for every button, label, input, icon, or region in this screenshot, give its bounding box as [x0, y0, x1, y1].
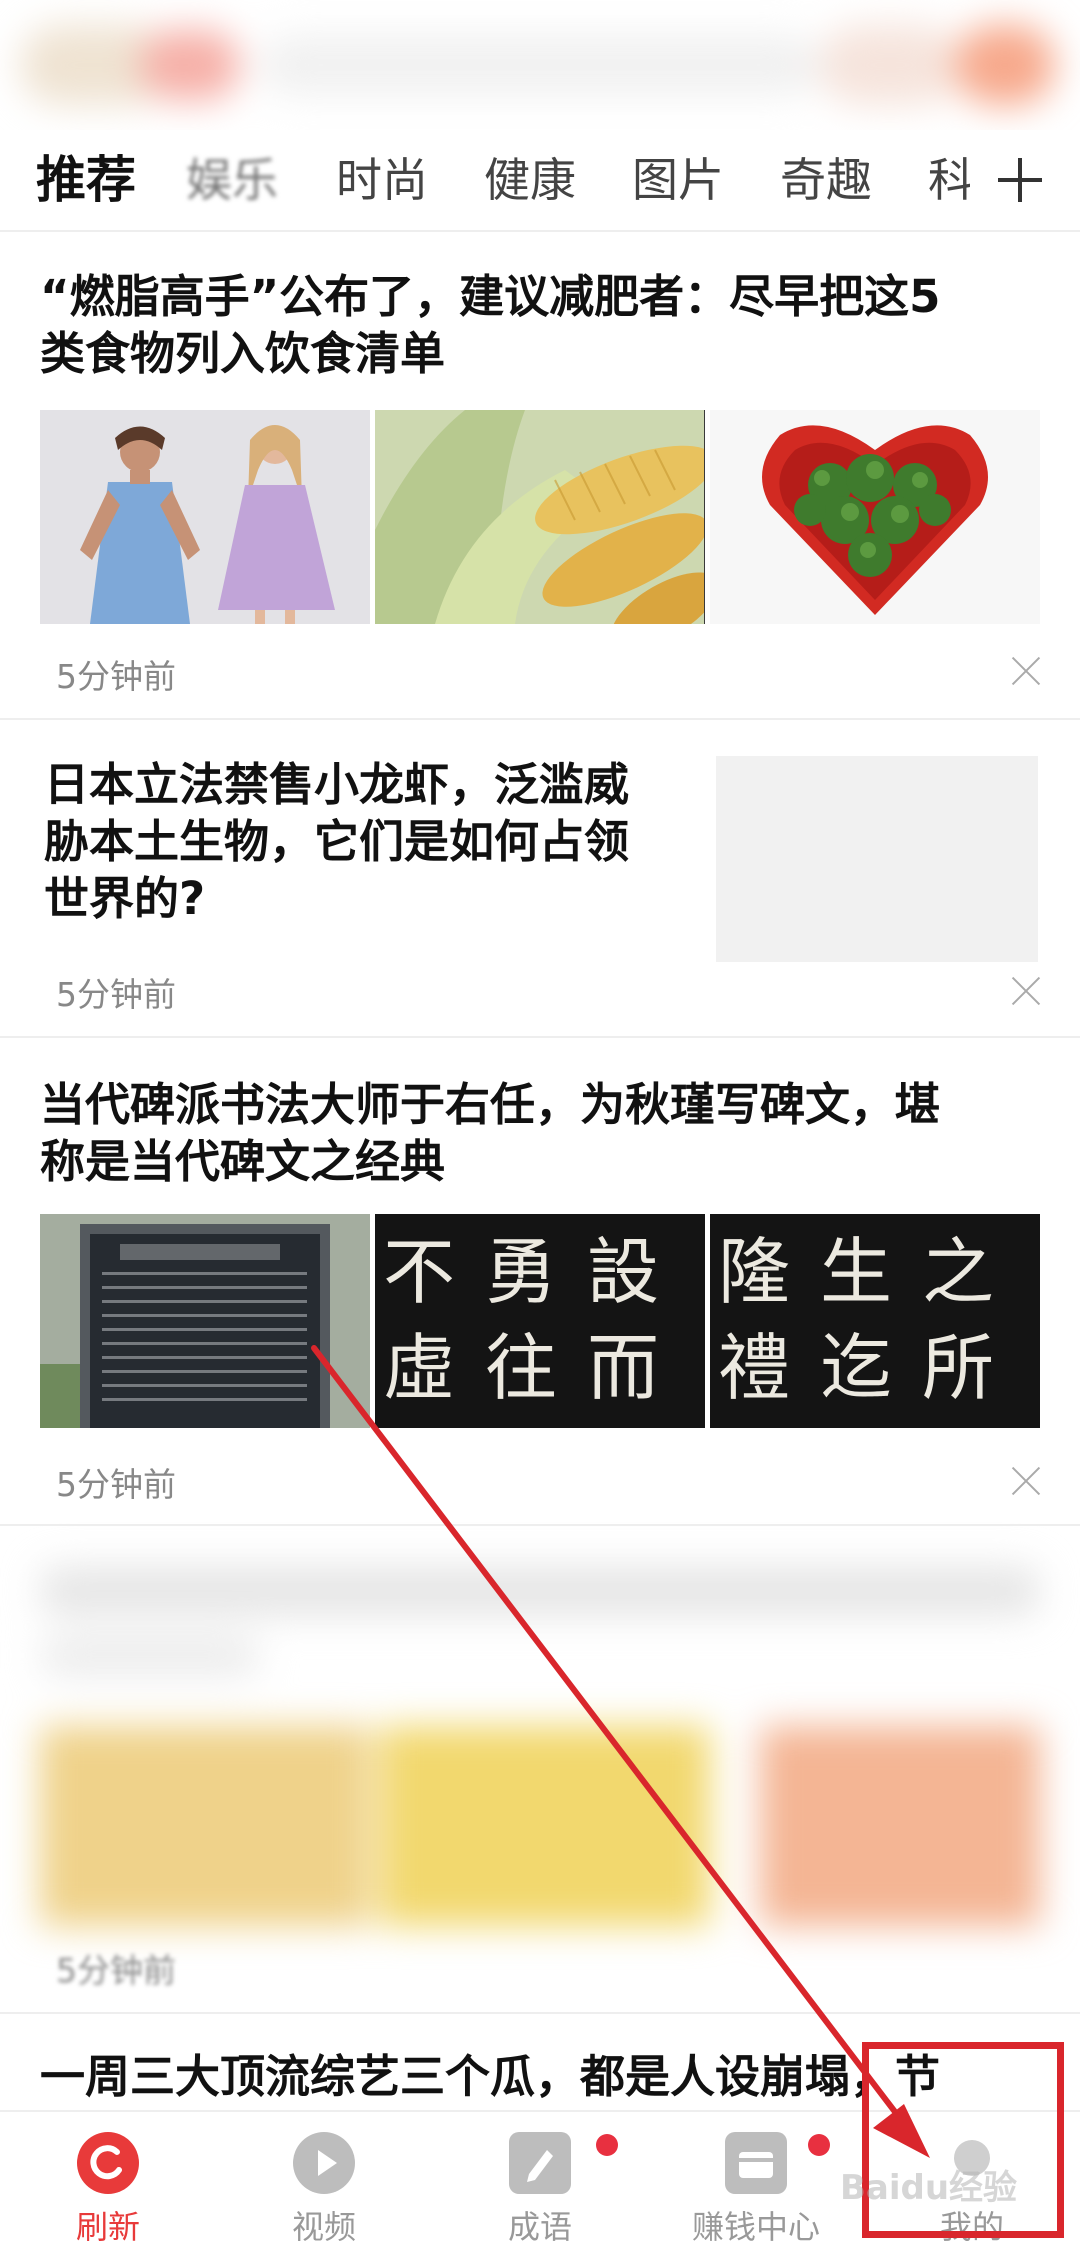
news-item[interactable]: 当代碑派书法大师于右任，为秋瑾写碑文，堪 称是当代碑文之经典 不勇設 虛往而 隆…: [0, 1038, 1080, 1526]
article-image-row: [40, 410, 1040, 624]
news-item[interactable]: 5分钟前: [0, 1526, 1080, 2014]
article-title-line: “燃脂高手”公布了，建议减肥者：尽早把这5: [40, 270, 941, 323]
news-item[interactable]: “燃脂高手”公布了，建议减肥者：尽早把这5 类食物列入饮食清单 5分钟前: [0, 232, 1080, 720]
category-tabs: 推荐 娱乐 时尚 健康 图片 奇趣 科: [0, 130, 1080, 232]
article-image-broccoli: [710, 410, 1040, 624]
article-title-line: 称是当代碑文之经典: [40, 1135, 446, 1188]
calligraphy-char: 虛: [383, 1326, 486, 1410]
article-time: 5分钟前: [56, 657, 176, 696]
news-item[interactable]: 日本立法禁售小龙虾，泛滥威 胁本土生物，它们是如何占领 世界的? 5分钟前: [0, 720, 1080, 1038]
calligraphy-char: 而: [587, 1326, 690, 1410]
tab-fun[interactable]: 奇趣: [780, 140, 872, 220]
calligraphy-char: 迄: [820, 1326, 923, 1410]
calligraphy-char: 隆: [718, 1230, 821, 1314]
calligraphy-char: 生: [820, 1230, 923, 1314]
header-blurred-content: [0, 0, 1080, 130]
article-time: 5分钟前: [56, 975, 176, 1014]
article-time: 5分钟前: [56, 1465, 176, 1504]
article-image-calligraphy: 不勇設 虛往而: [375, 1214, 705, 1428]
tab-entertainment[interactable]: 娱乐: [186, 140, 278, 220]
article-title-line: 世界的?: [44, 872, 206, 925]
play-icon: [293, 2132, 355, 2194]
calligraphy-char: 禮: [718, 1326, 821, 1410]
wallet-icon: [725, 2132, 787, 2194]
article-image-row: 不勇設 虛往而 隆生之 禮迄所: [40, 1214, 1040, 1428]
nav-label: 视频: [291, 2208, 356, 2246]
article-image-placeholder: [716, 756, 1038, 962]
article-title-line: 胁本土生物，它们是如何占领: [44, 815, 630, 868]
calligraphy-char: 設: [587, 1230, 690, 1314]
article-title-line: 一周三大顶流综艺三个瓜，都是人设崩塌，节: [40, 2050, 941, 2103]
close-icon[interactable]: [1011, 656, 1041, 686]
notification-dot: [808, 2134, 830, 2156]
tab-pictures[interactable]: 图片: [632, 140, 724, 220]
idiom-icon: [509, 2132, 571, 2194]
nav-idiom[interactable]: 成语: [432, 2112, 648, 2248]
article-title-line: 当代碑派书法大师于右任，为秋瑾写碑文，堪: [40, 1078, 941, 1131]
article-title-line: 日本立法禁售小龙虾，泛滥威: [44, 758, 630, 811]
refresh-icon: [77, 2132, 139, 2194]
calligraphy-char: 不: [383, 1230, 486, 1314]
close-icon[interactable]: [1011, 1466, 1041, 1496]
nav-earn-center[interactable]: 赚钱中心: [648, 2112, 864, 2248]
blurred-article-content: [0, 1526, 1080, 2012]
notification-dot: [596, 2134, 618, 2156]
plus-icon[interactable]: [990, 142, 1050, 218]
nav-video[interactable]: 视频: [216, 2112, 432, 2248]
tab-fashion[interactable]: 时尚: [336, 140, 428, 220]
nav-label: 赚钱中心: [691, 2208, 820, 2246]
nav-refresh[interactable]: 刷新: [0, 2112, 216, 2248]
calligraphy-char: 勇: [485, 1230, 588, 1314]
article-image-calligraphy: 隆生之 禮迄所: [710, 1214, 1040, 1428]
calligraphy-char: 之: [922, 1230, 1025, 1314]
tab-health[interactable]: 健康: [484, 140, 576, 220]
article-image-stele: [40, 1214, 370, 1428]
header-bar: [0, 0, 1080, 130]
article-title-line: 类食物列入饮食清单: [40, 327, 446, 380]
tab-recommend[interactable]: 推荐: [36, 140, 136, 220]
article-time: 5分钟前: [56, 1951, 176, 1990]
nav-label: 成语: [507, 2208, 572, 2246]
calligraphy-char: 所: [922, 1326, 1025, 1410]
article-image-women: [40, 410, 370, 624]
watermark: Baidu经验: [840, 2168, 1018, 2208]
nav-label: 刷新: [75, 2208, 140, 2246]
close-icon[interactable]: [1011, 976, 1041, 1006]
calligraphy-char: 往: [485, 1326, 588, 1410]
article-image-corn: [375, 410, 705, 624]
tab-tech[interactable]: 科: [928, 140, 970, 220]
